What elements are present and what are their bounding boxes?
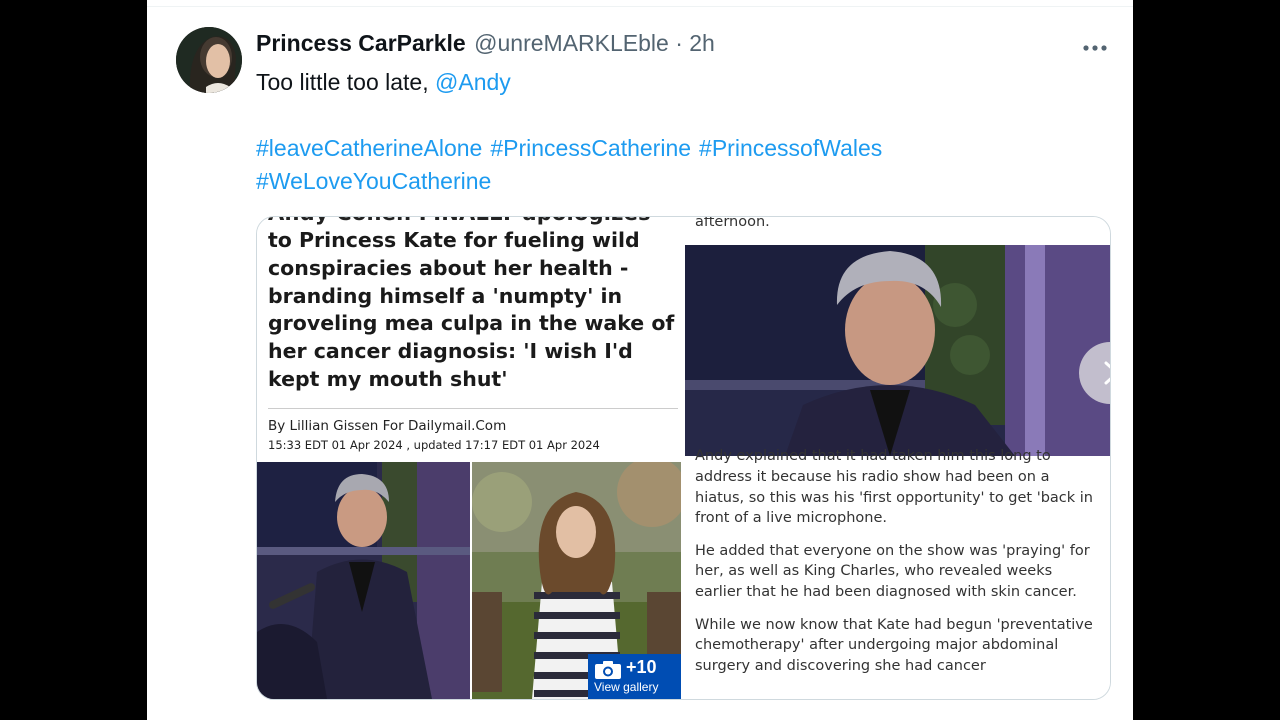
article-dateline: 15:33 EDT 01 Apr 2024 , updated 17:17 ED… (268, 438, 600, 452)
view-gallery-button[interactable]: +10 View gallery (588, 654, 681, 699)
chevron-right-icon (1104, 361, 1110, 385)
handle-and-time[interactable]: @unreMARKLEble · 2h (474, 30, 715, 56)
article-text-top: afternoon. (695, 216, 770, 230)
article-paragraph: While we now know that Kate had begun 'p… (695, 616, 1093, 674)
article-paragraph: address it because his radio show had be… (695, 469, 1093, 527)
hashtag-link[interactable]: #PrincessofWales (699, 135, 882, 161)
article-headline: to Princess Kate for fueling wild conspi… (268, 228, 675, 391)
gallery-count: +10 (626, 657, 657, 677)
gallery-label: View gallery (594, 680, 659, 694)
tweet-text-prefix: Too little too late, (256, 69, 435, 95)
article-body: address it because his radio show had be… (695, 467, 1103, 688)
hashtag-link[interactable]: #WeLoveYouCatherine (256, 168, 491, 194)
tweet-header: Princess CarParkle @unreMARKLEble · 2h (256, 30, 715, 60)
photo-host-large (685, 245, 1110, 456)
avatar[interactable] (176, 27, 242, 93)
photo-host-studio (257, 462, 470, 699)
divider (147, 6, 1133, 7)
hashtag-link[interactable]: #leaveCatherineAlone (256, 135, 482, 161)
article-text-cut: Andy explained that it had taken him thi… (695, 448, 1051, 464)
tweet-text: Too little too late, @Andy #leaveCatheri… (256, 66, 1076, 198)
tweet-panel: Princess CarParkle @unreMARKLEble · 2h T… (147, 0, 1133, 720)
article-paragraph: He added that everyone on the show was '… (695, 542, 1090, 600)
mention-link[interactable]: @Andy (435, 69, 511, 95)
article-screenshot-left: Andy Cohen FINALLY apologizes to Princes… (257, 217, 681, 699)
display-name[interactable]: Princess CarParkle (256, 30, 466, 56)
camera-icon (595, 661, 621, 679)
hashtag-link[interactable]: #PrincessCatherine (490, 135, 691, 161)
article-screenshot-right: afternoon. Andy explained that it had ta… (685, 217, 1110, 699)
more-horizontal-icon[interactable] (1081, 40, 1111, 51)
article-byline: By Lillian Gissen For Dailymail.Com (268, 418, 507, 434)
headline-cut: Andy Cohen FINALLY apologizes (268, 217, 651, 225)
media-card[interactable]: Andy Cohen FINALLY apologizes to Princes… (256, 216, 1111, 700)
divider (268, 408, 678, 409)
